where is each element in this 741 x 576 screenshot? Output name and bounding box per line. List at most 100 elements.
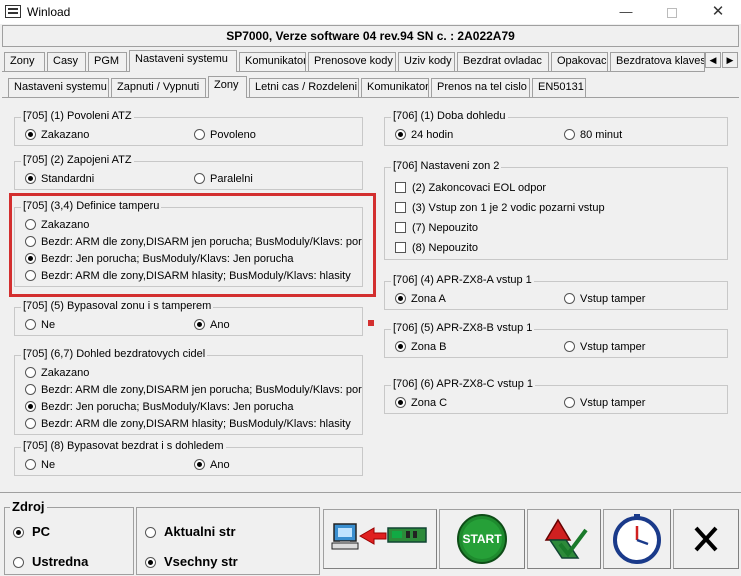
radio-zdroj-ustredna[interactable]: Ustredna — [13, 554, 88, 569]
app-icon — [5, 5, 21, 18]
close-window-button[interactable]: ✕ — [695, 0, 741, 24]
checkbox-nepouzito-8[interactable]: (8) Nepouzito — [395, 241, 478, 257]
main-tab-bezdrat-ovladac[interactable]: Bezdrat ovladac — [457, 52, 549, 71]
radio-bezdrat-ano[interactable]: Ano — [194, 458, 230, 474]
radio-icon — [25, 219, 36, 230]
radio-icon — [194, 129, 205, 140]
group-zapojeni-atz: [705] (2) Zapojeni ATZ Standardni Parale… — [14, 154, 363, 190]
sub-tab-letni-cas[interactable]: Letni cas / Rozdeleni — [249, 78, 359, 97]
transfer-button[interactable] — [323, 509, 437, 569]
verify-button[interactable] — [527, 509, 601, 569]
radio-bezdrat-ne[interactable]: Ne — [25, 458, 55, 474]
main-tab-uziv-kody[interactable]: Uziv kody — [398, 52, 455, 71]
group-bypasoval-zonu: [705] (5) Bypasoval zonu i s tamperem Ne… — [14, 300, 363, 336]
radio-80-minut[interactable]: 80 minut — [564, 128, 622, 144]
radio-paralelni[interactable]: Paralelni — [194, 172, 253, 188]
radio-icon — [25, 319, 36, 330]
tab-scroll-left-icon[interactable]: ◀ — [705, 52, 721, 68]
group-title: [706] Nastaveni zon 2 — [391, 160, 502, 172]
radio-povoleno[interactable]: Povoleno — [194, 128, 256, 144]
radio-tamper-hlasity[interactable]: Bezdr: ARM dle zony,DISARM hlasity; BusM… — [25, 269, 351, 285]
radio-zona-a[interactable]: Zona A — [395, 292, 446, 308]
radio-selected-icon — [25, 129, 36, 140]
main-tab-nastaveni-systemu[interactable]: Nastaveni systemu — [129, 50, 237, 72]
radio-dohled-arm-porucha[interactable]: Bezdr: ARM dle zony,DISARM jen porucha; … — [25, 383, 362, 399]
radio-zdroj-pc[interactable]: PC — [13, 524, 50, 539]
radio-bypass-ano[interactable]: Ano — [194, 318, 230, 334]
main-tab-zony[interactable]: Zony — [4, 52, 45, 71]
red-marker — [368, 320, 374, 326]
group-title: [705] (6,7) Dohled bezdratovych cidel — [21, 348, 208, 360]
radio-selected-icon — [25, 401, 36, 412]
checkbox-pozarni-vstup[interactable]: (3) Vstup zon 1 je 2 vodic pozarni vstup — [395, 201, 605, 217]
tab-divider — [2, 71, 705, 72]
radio-standardni[interactable]: Standardni — [25, 172, 94, 188]
main-tab-bezdratova-klavesnice[interactable]: Bezdratova klavesn — [610, 52, 705, 71]
main-tab-row: Zony Casy PGM Nastaveni systemu Komunika… — [2, 50, 705, 72]
main-tab-casy[interactable]: Casy — [47, 52, 86, 71]
start-button[interactable]: START — [439, 509, 525, 569]
radio-dohled-jen-porucha[interactable]: Bezdr: Jen porucha; BusModuly/Klavs: Jen… — [25, 400, 294, 416]
group-dohled-bezdratovych: [705] (6,7) Dohled bezdratovych cidel Za… — [14, 348, 363, 435]
group-doba-dohledu: [706] (1) Doba dohledu 24 hodin 80 minut — [384, 110, 728, 146]
tab-scroll-right-icon[interactable]: ▶ — [722, 52, 738, 68]
group-definice-tamperu: [705] (3,4) Definice tamperu Zakazano Be… — [14, 200, 363, 287]
main-tab-pgm[interactable]: PGM — [88, 52, 127, 71]
radio-zakazano[interactable]: Zakazano — [25, 128, 89, 144]
main-tab-komunikator[interactable]: Komunikator — [239, 52, 306, 71]
maximize-button[interactable] — [649, 0, 695, 24]
sub-tab-nastaveni-systemu[interactable]: Nastaveni systemu — [8, 78, 109, 97]
minimize-button[interactable]: — — [603, 0, 649, 24]
sub-tab-en50131[interactable]: EN50131 — [532, 78, 586, 97]
radio-vstup-tamper-b[interactable]: Vstup tamper — [564, 340, 645, 356]
main-tab-prenosove-kody[interactable]: Prenosove kody — [308, 52, 396, 71]
radio-selected-icon — [395, 129, 406, 140]
radio-icon — [25, 236, 36, 247]
group-title: [705] (5) Bypasoval zonu i s tamperem — [21, 300, 214, 312]
group-title: [705] (2) Zapojeni ATZ — [21, 154, 134, 166]
radio-tamper-zakazano[interactable]: Zakazano — [25, 218, 89, 234]
checkbox-eol-odpor[interactable]: (2) Zakoncovaci EOL odpor — [395, 181, 546, 197]
radio-zona-b[interactable]: Zona B — [395, 340, 446, 356]
radio-selected-icon — [145, 557, 156, 568]
radio-icon — [13, 557, 24, 568]
group-povoleni-atz: [705] (1) Povoleni ATZ Zakazano Povoleno — [14, 110, 363, 146]
radio-24-hodin[interactable]: 24 hodin — [395, 128, 453, 144]
pc-to-device-icon — [331, 523, 427, 550]
checkbox-nepouzito-7[interactable]: (7) Nepouzito — [395, 221, 478, 237]
radio-aktualni-str[interactable]: Aktualni str — [145, 524, 236, 539]
radio-vstup-tamper-c[interactable]: Vstup tamper — [564, 396, 645, 412]
radio-bypass-ne[interactable]: Ne — [25, 318, 55, 334]
group-apr-zx8-a: [706] (4) APR-ZX8-A vstup 1 Zona A Vstup… — [384, 274, 728, 310]
zdroj-title: Zdroj — [10, 499, 47, 514]
checkbox-icon — [395, 242, 406, 253]
sub-tab-zapnuti-vypnuti[interactable]: Zapnuti / Vypnuti — [111, 78, 206, 97]
radio-zona-c[interactable]: Zona C — [395, 396, 447, 412]
sub-tab-prenos-na-tel-cislo[interactable]: Prenos na tel cislo — [431, 78, 530, 97]
sub-tab-komunikator[interactable]: Komunikator — [361, 78, 429, 97]
maximize-icon — [667, 7, 677, 18]
radio-tamper-jen-porucha[interactable]: Bezdr: Jen porucha; BusModuly/Klavs: Jen… — [25, 252, 294, 268]
exit-button[interactable] — [673, 509, 739, 569]
sub-tab-zony[interactable]: Zony — [208, 76, 247, 98]
radio-vsechny-str[interactable]: Vsechny str — [145, 554, 238, 569]
radio-icon — [194, 173, 205, 184]
radio-selected-icon — [194, 319, 205, 330]
group-title: [705] (1) Povoleni ATZ — [21, 110, 134, 122]
radio-selected-icon — [25, 173, 36, 184]
main-tab-opakovac[interactable]: Opakovac — [551, 52, 608, 71]
group-bypasovat-bezdrat: [705] (8) Bypasovat bezdrat i s dohledem… — [14, 440, 363, 476]
radio-icon — [25, 418, 36, 429]
radio-selected-icon — [395, 397, 406, 408]
clock-button[interactable] — [603, 509, 671, 569]
radio-icon — [564, 293, 575, 304]
group-title: [706] (6) APR-ZX8-C vstup 1 — [391, 378, 535, 390]
radio-dohled-hlasity[interactable]: Bezdr: ARM dle zony,DISARM hlasity; BusM… — [25, 417, 351, 433]
radio-vstup-tamper-a[interactable]: Vstup tamper — [564, 292, 645, 308]
radio-selected-icon — [25, 253, 36, 264]
radio-tamper-arm-porucha[interactable]: Bezdr: ARM dle zony,DISARM jen porucha; … — [25, 235, 362, 251]
radio-selected-icon — [194, 459, 205, 470]
radio-icon — [25, 270, 36, 281]
range-panel: Aktualni str Vsechny str — [136, 507, 320, 575]
radio-dohled-zakazano[interactable]: Zakazano — [25, 366, 89, 382]
